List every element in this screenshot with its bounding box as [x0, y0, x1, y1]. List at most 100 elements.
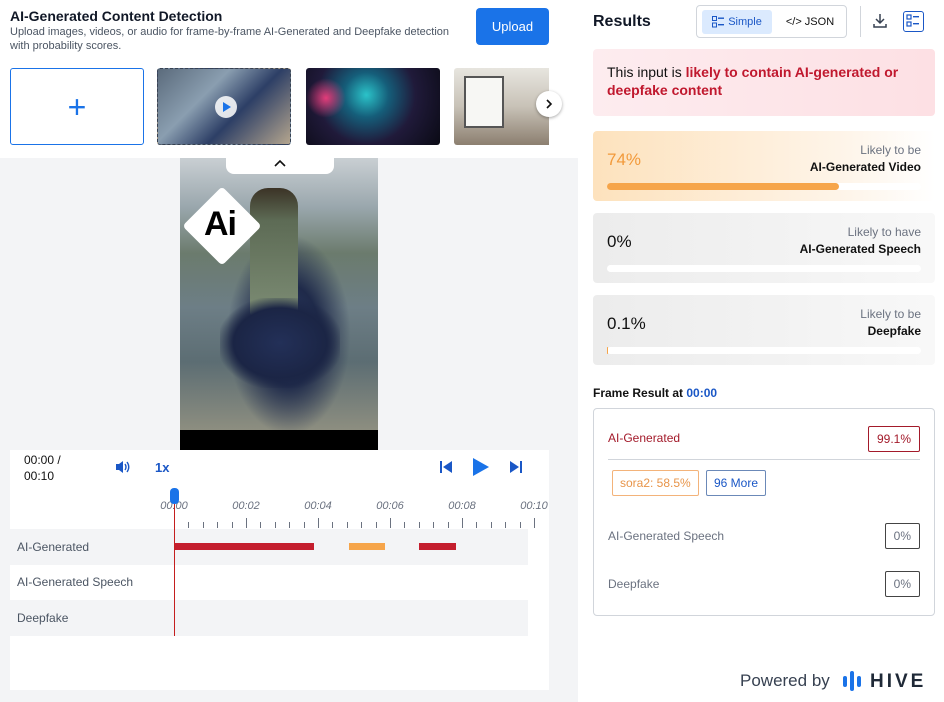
upload-header: AI-Generated Content Detection Upload im… — [0, 0, 578, 158]
playhead-line — [174, 504, 175, 636]
tick-mark — [202, 522, 204, 528]
divider — [608, 459, 920, 460]
score-percent: 0% — [607, 232, 632, 251]
frame-row-label: AI-Generated Speech — [608, 529, 725, 543]
tick-label: 00:04 — [304, 500, 332, 512]
app-subtitle: Upload images, videos, or audio for fram… — [10, 26, 450, 52]
toggle-simple-button[interactable]: Simple — [702, 10, 772, 34]
volume-icon[interactable] — [114, 459, 132, 475]
tick-mark — [433, 522, 435, 528]
scrubber-handle[interactable] — [170, 488, 179, 504]
frame-time[interactable]: 00:00 — [686, 386, 717, 400]
tick-label: 00:02 — [232, 500, 260, 512]
current-time: 00:00 / — [24, 453, 61, 467]
tick-mark — [418, 522, 420, 528]
frame-row-label: Deepfake — [608, 577, 660, 591]
chevron-right-icon — [546, 99, 553, 109]
tick-mark — [476, 522, 478, 528]
powered-by-text: Powered by — [740, 671, 830, 690]
list-view-icon — [712, 16, 725, 28]
score-bar — [607, 183, 921, 190]
toolbar-divider — [860, 6, 861, 37]
playback-speed[interactable]: 1x — [155, 460, 169, 475]
results-panel: Results Simple </> JSON This input is li… — [578, 0, 944, 702]
tick-label: 00:10 — [520, 500, 548, 512]
tick-mark — [505, 522, 507, 528]
skip-forward-icon[interactable] — [509, 460, 523, 474]
timeline-ruler[interactable]: 00:0000:0200:0400:0600:0800:10 — [160, 498, 548, 528]
time-display: 00:00 / 00:10 — [24, 452, 61, 484]
skip-back-icon[interactable] — [439, 460, 453, 474]
thumbnail-interior[interactable] — [454, 68, 549, 145]
thumbnail-carousel: + — [10, 68, 549, 146]
frame-score-badge: 0% — [884, 571, 920, 597]
tick-label: 00:06 — [376, 500, 404, 512]
tick-mark — [534, 518, 535, 528]
track-label: AI-Generated — [17, 540, 90, 554]
score-bar — [607, 347, 921, 354]
frame-result-box: AI-Generated 99.1% sora2: 58.5% 96 More … — [593, 408, 935, 616]
ai-watermark-logo: Ai — [182, 186, 262, 266]
tick-mark — [390, 518, 391, 528]
more-models-chip[interactable]: 96 More — [706, 470, 767, 496]
score-description: Likely to have AI-Generated Speech — [799, 225, 921, 256]
carousel-next-button[interactable] — [536, 91, 562, 117]
tick-mark — [375, 522, 377, 528]
app-title: AI-Generated Content Detection — [10, 8, 223, 24]
timeline-player: 00:00 / 00:10 1x 00:0000:0200:0400:0600:… — [10, 450, 549, 690]
thumbnail-cyber-portrait[interactable] — [306, 68, 440, 145]
tick-mark — [188, 522, 190, 528]
left-panel: AI-Generated Content Detection Upload im… — [0, 0, 578, 702]
segment-ai-high[interactable] — [419, 543, 456, 550]
score-description: Likely to be Deepfake — [860, 307, 921, 338]
frame-result-label: Frame Result at 00:00 — [593, 386, 718, 400]
toggle-json-button[interactable]: </> JSON — [777, 10, 843, 34]
tick-mark — [462, 518, 463, 528]
segment-ai-high[interactable] — [174, 543, 314, 550]
track-deepfake: Deepfake — [10, 600, 528, 636]
tick-mark — [447, 522, 449, 528]
model-chip[interactable]: sora2: 58.5% — [612, 470, 699, 496]
tick-mark — [332, 522, 334, 528]
collapse-toggle[interactable] — [226, 152, 334, 174]
track-label: AI-Generated Speech — [17, 575, 134, 589]
track-label: Deepfake — [17, 611, 69, 625]
frame-score-badge: 99.1% — [867, 426, 920, 452]
score-percent: 0.1% — [607, 314, 646, 333]
view-toggle: Simple </> JSON — [696, 5, 847, 38]
plus-icon: + — [67, 88, 87, 125]
tick-mark — [346, 522, 348, 528]
tick-mark — [404, 522, 406, 528]
track-ai-speech: AI-Generated Speech — [10, 564, 528, 600]
score-card-ai-video: 74% Likely to be AI-Generated Video — [593, 131, 935, 201]
tick-mark — [303, 522, 305, 528]
frame-score-badge: 0% — [884, 523, 920, 549]
hive-logo-icon — [842, 670, 864, 692]
tick-mark — [289, 522, 291, 528]
segment-ai-medium[interactable] — [349, 543, 385, 550]
tick-mark — [260, 522, 262, 528]
tick-mark — [519, 522, 521, 528]
add-file-button[interactable]: + — [10, 68, 144, 145]
tick-label: 00:08 — [448, 500, 476, 512]
tick-mark — [246, 518, 247, 528]
play-overlay-icon — [215, 96, 237, 118]
tick-mark — [217, 522, 219, 528]
tick-mark — [361, 522, 363, 528]
score-description: Likely to be AI-Generated Video — [809, 143, 921, 174]
chevron-up-icon — [274, 159, 286, 167]
results-title: Results — [593, 13, 651, 30]
thumbnail-subway-video[interactable] — [157, 68, 291, 145]
verdict-banner: This input is likely to contain AI-gener… — [593, 49, 935, 116]
hive-brand-text: HIVE — [870, 671, 927, 692]
tick-mark — [318, 518, 319, 528]
details-view-icon[interactable] — [903, 11, 924, 32]
play-icon[interactable] — [470, 457, 490, 477]
tick-mark — [490, 522, 492, 528]
upload-button[interactable]: Upload — [476, 8, 549, 45]
download-icon[interactable] — [872, 13, 888, 29]
score-bar — [607, 265, 921, 272]
frame-row-label: AI-Generated — [608, 431, 681, 445]
track-ai-generated: AI-Generated — [10, 529, 528, 565]
score-percent: 74% — [607, 150, 642, 169]
